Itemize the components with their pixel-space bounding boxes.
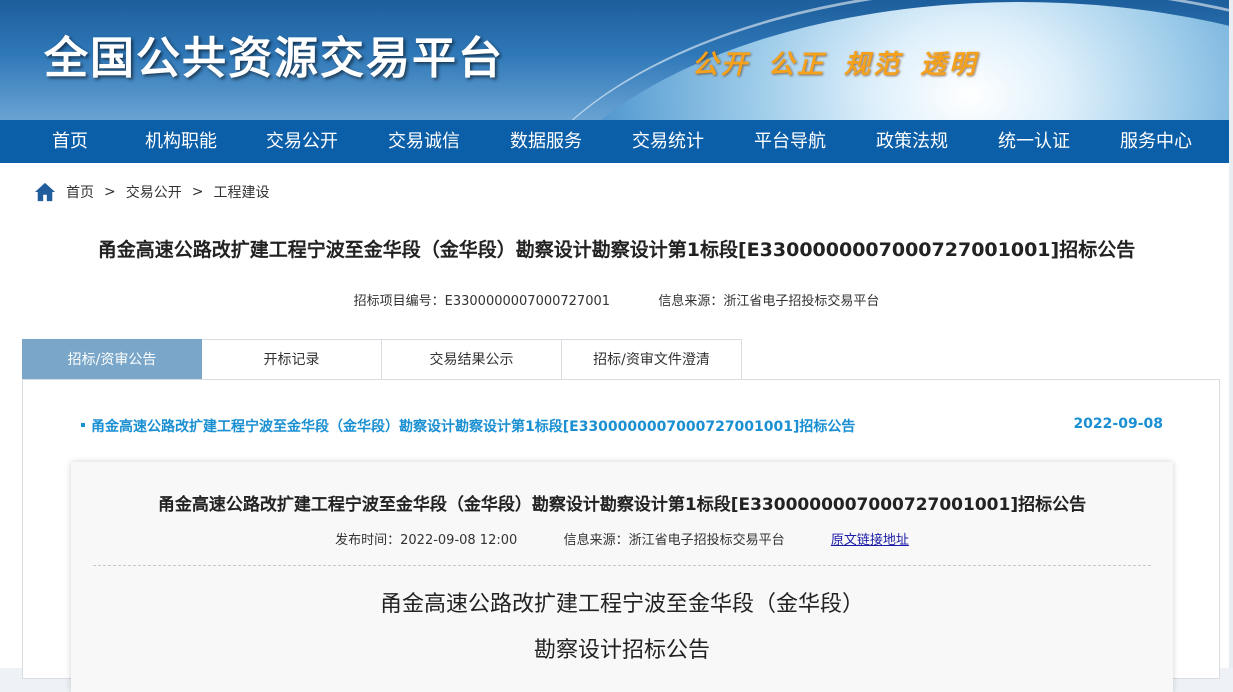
document-heading-line-1: 甬金高速公路改扩建工程宁波至金华段（金华段） bbox=[379, 592, 864, 617]
dashed-divider bbox=[93, 565, 1151, 566]
breadcrumb: 首页 > 交易公开 > 工程建设 bbox=[34, 181, 269, 203]
project-code: E3300000007000727001 bbox=[444, 294, 611, 309]
breadcrumb-home[interactable]: 首页 bbox=[66, 182, 94, 202]
tab-panel: 甬金高速公路改扩建工程宁波至金华段（金华段）勘察设计勘察设计第1标段[E3300… bbox=[22, 379, 1220, 692]
nav-item-data-service[interactable]: 数据服务 bbox=[466, 120, 626, 163]
page-title: 甬金高速公路改扩建工程宁波至金华段（金华段）勘察设计勘察设计第1标段[E3300… bbox=[97, 239, 1136, 261]
publish-time-label: 发布时间： bbox=[335, 533, 401, 548]
nav-item-home[interactable]: 首页 bbox=[0, 120, 140, 163]
nav-item-trade-public[interactable]: 交易公开 bbox=[222, 120, 382, 163]
breadcrumb-separator: > bbox=[104, 184, 116, 200]
document-title: 甬金高速公路改扩建工程宁波至金华段（金华段）勘察设计勘察设计第1标段[E3300… bbox=[157, 495, 1087, 515]
source-label: 信息来源： bbox=[658, 294, 724, 309]
home-icon[interactable] bbox=[34, 182, 56, 202]
page-meta: 招标项目编号：E3300000007000727001 信息来源：浙江省电子招投… bbox=[0, 290, 1233, 309]
page-content: 首页 > 交易公开 > 工程建设 甬金高速公路改扩建工程宁波至金华段（金华段）勘… bbox=[0, 163, 1233, 692]
main-nav: 首页 机构职能 交易公开 交易诚信 数据服务 交易统计 平台导航 政策法规 统一… bbox=[0, 120, 1233, 163]
notice-tabs: 招标/资审公告 开标记录 交易结果公示 招标/资审文件澄清 bbox=[22, 339, 742, 379]
nav-item-policy[interactable]: 政策法规 bbox=[870, 120, 954, 163]
bullet-icon bbox=[81, 423, 85, 427]
source-value: 浙江省电子招投标交易平台 bbox=[723, 294, 880, 309]
nav-item-functions[interactable]: 机构职能 bbox=[140, 120, 222, 163]
tab-document-clarification[interactable]: 招标/资审文件澄清 bbox=[562, 339, 742, 379]
tab-tender-notice[interactable]: 招标/资审公告 bbox=[22, 339, 202, 379]
site-title: 全国公共资源交易平台 bbox=[44, 33, 504, 84]
tab-bid-opening-record[interactable]: 开标记录 bbox=[202, 339, 382, 379]
notice-date: 2022-09-08 bbox=[1073, 416, 1163, 432]
document-source-label: 信息来源： bbox=[563, 533, 629, 548]
original-link[interactable]: 原文链接地址 bbox=[831, 533, 909, 548]
nav-item-trade-stats[interactable]: 交易统计 bbox=[626, 120, 710, 163]
notice-document: 甬金高速公路改扩建工程宁波至金华段（金华段）勘察设计勘察设计第1标段[E3300… bbox=[71, 462, 1173, 692]
notice-link[interactable]: 甬金高速公路改扩建工程宁波至金华段（金华段）勘察设计勘察设计第1标段[E3300… bbox=[91, 419, 855, 435]
breadcrumb-trade-public[interactable]: 交易公开 bbox=[126, 182, 182, 202]
list-item: 甬金高速公路改扩建工程宁波至金华段（金华段）勘察设计勘察设计第1标段[E3300… bbox=[81, 416, 1163, 436]
tab-trade-result[interactable]: 交易结果公示 bbox=[382, 339, 562, 379]
nav-item-platform-nav[interactable]: 平台导航 bbox=[710, 120, 870, 163]
document-source: 浙江省电子招投标交易平台 bbox=[628, 533, 785, 548]
document-meta: 发布时间：2022-09-08 12:00 信息来源：浙江省电子招投标交易平台 … bbox=[71, 529, 1173, 548]
project-code-label: 招标项目编号： bbox=[353, 294, 445, 309]
nav-item-auth[interactable]: 统一认证 bbox=[954, 120, 1114, 163]
nav-item-trade-credit[interactable]: 交易诚信 bbox=[382, 120, 466, 163]
document-heading-line-2: 勘察设计招标公告 bbox=[533, 638, 710, 663]
breadcrumb-engineering[interactable]: 工程建设 bbox=[213, 182, 269, 202]
scrollbar-track[interactable] bbox=[1229, 0, 1233, 668]
publish-time: 2022-09-08 12:00 bbox=[400, 533, 518, 548]
site-slogan: 公开 公正 规范 透明 bbox=[692, 50, 979, 80]
nav-item-service-center[interactable]: 服务中心 bbox=[1114, 120, 1198, 163]
breadcrumb-separator: > bbox=[191, 184, 204, 200]
site-banner: 全国公共资源交易平台 公开 公正 规范 透明 bbox=[0, 0, 1233, 120]
